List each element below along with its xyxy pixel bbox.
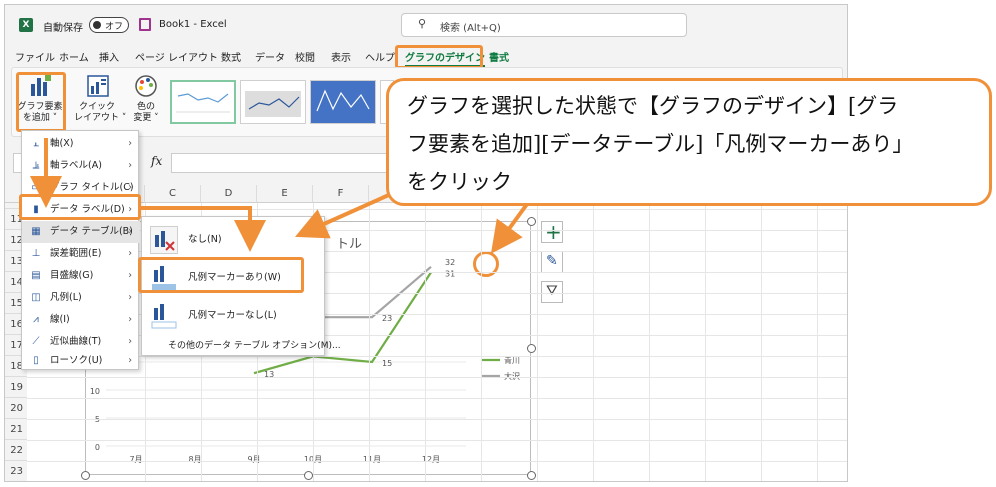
arrow-callout-to-submenu [295, 188, 401, 239]
callout-line-2: フ要素を追加][データテーブル]「凡例マーカーあり」 [407, 132, 914, 156]
callout-line-1: グラフを選択した状態で【グラフのデザイン】[グラ [407, 94, 899, 118]
arrow-datalabel-to-submenu [141, 206, 266, 252]
instruction-callout: グラフを選択した状態で【グラフのデザイン】[グラ フ要素を追加][データテーブル… [386, 78, 992, 206]
arrow-callout-to-chart [490, 198, 532, 254]
callout-line-3: をクリック [407, 170, 512, 194]
annotation-arrows [30, 138, 532, 254]
